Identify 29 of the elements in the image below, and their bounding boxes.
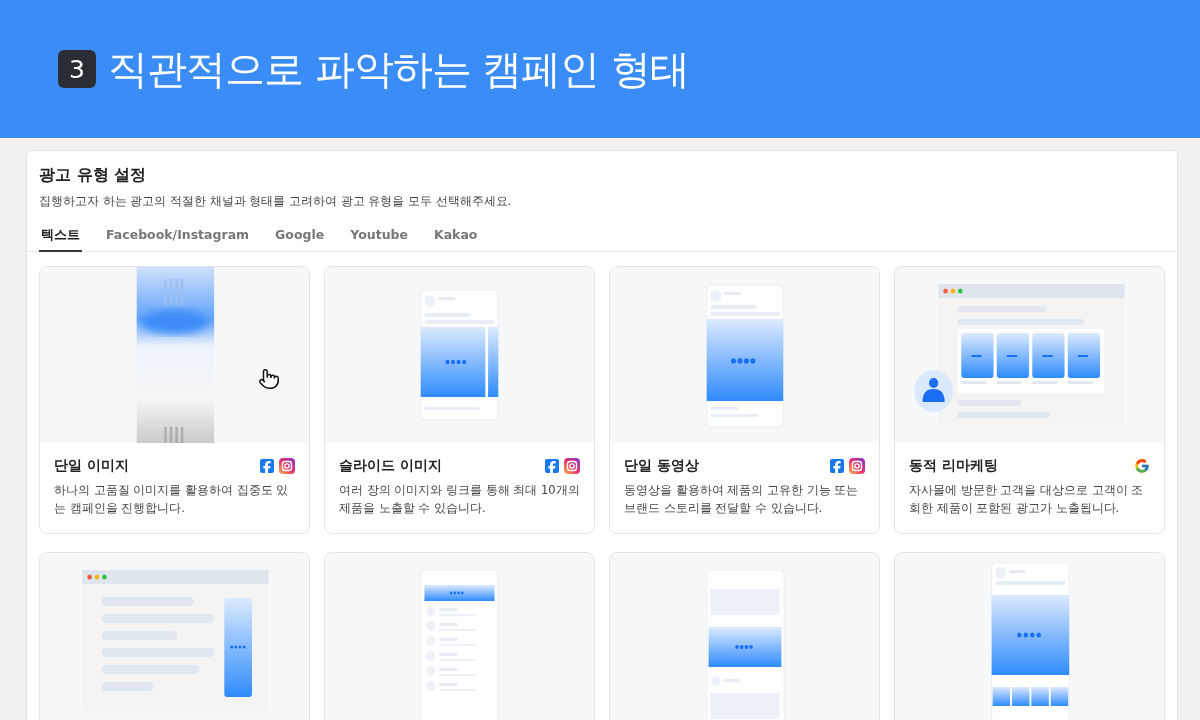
tab[interactable]: Youtube [348, 223, 410, 252]
card-title: 단일 이미지 [54, 457, 129, 475]
ad-type-card[interactable]: 단일 동영상 동영상을 활용하여 제품의 고유한 기능 또는 브랜드 스토리를 전달할 수 있습니다. [609, 266, 880, 534]
banner-title: 직관적으로 파악하는 캠페인 형태 [108, 44, 690, 94]
google-icon [1134, 458, 1150, 474]
facebook-icon [259, 458, 275, 474]
card-description: 하나의 고품질 이미지를 활용하여 집중도 있는 캠페인을 진행합니다. [54, 482, 290, 517]
instagram-icon [279, 458, 295, 474]
tab[interactable]: Facebook/Instagram [104, 223, 252, 252]
panel-title: 광고 유형 설정 [39, 165, 148, 186]
card-description: 동영상을 활용하여 제품의 고유한 기능 또는 브랜드 스토리를 전달할 수 있습니다. [624, 482, 860, 517]
facebook-icon [544, 458, 560, 474]
card-description: 여러 장의 이미지와 링크를 통해 최대 10개의 제품을 노출할 수 있습니다. [339, 482, 580, 517]
card-title: 동적 리마케팅 [909, 457, 998, 475]
card-description: 자사몰에 방문한 고객을 대상으로 고객이 조회한 제품이 포함된 광고가 노출됩니다. [909, 482, 1145, 517]
hand-cursor-icon [258, 368, 280, 390]
tab[interactable]: 텍스트 [39, 223, 82, 252]
tab[interactable]: Kakao [431, 223, 480, 252]
tab[interactable]: Google [273, 223, 327, 252]
step-number: 3 [58, 50, 96, 88]
facebook-icon [829, 458, 845, 474]
card-title: 슬라이드 이미지 [339, 457, 442, 475]
card-title: 단일 동영상 [624, 457, 699, 475]
panel-description: 집행하고자 하는 광고의 적절한 채널과 형태를 고려하여 광고 유형을 모두 선택해주세요. [39, 194, 513, 209]
instagram-icon [849, 458, 865, 474]
instagram-icon [564, 458, 580, 474]
ad-type-card[interactable]: 동적 리마케팅 자사몰에 방문한 고객을 대상으로 고객이 조회한 제품이 포함된 광고가 노출됩니다. [894, 266, 1165, 534]
ad-type-card[interactable]: 단일 이미지 하나의 고품질 이미지를 활용하여 집중도 있는 캠페인을 진행합니다. [39, 266, 310, 534]
ad-type-card[interactable]: 슬라이드 이미지 여러 장의 이미지와 링크를 통해 최대 10개의 제품을 노출할 수 있습니다. [324, 266, 595, 534]
